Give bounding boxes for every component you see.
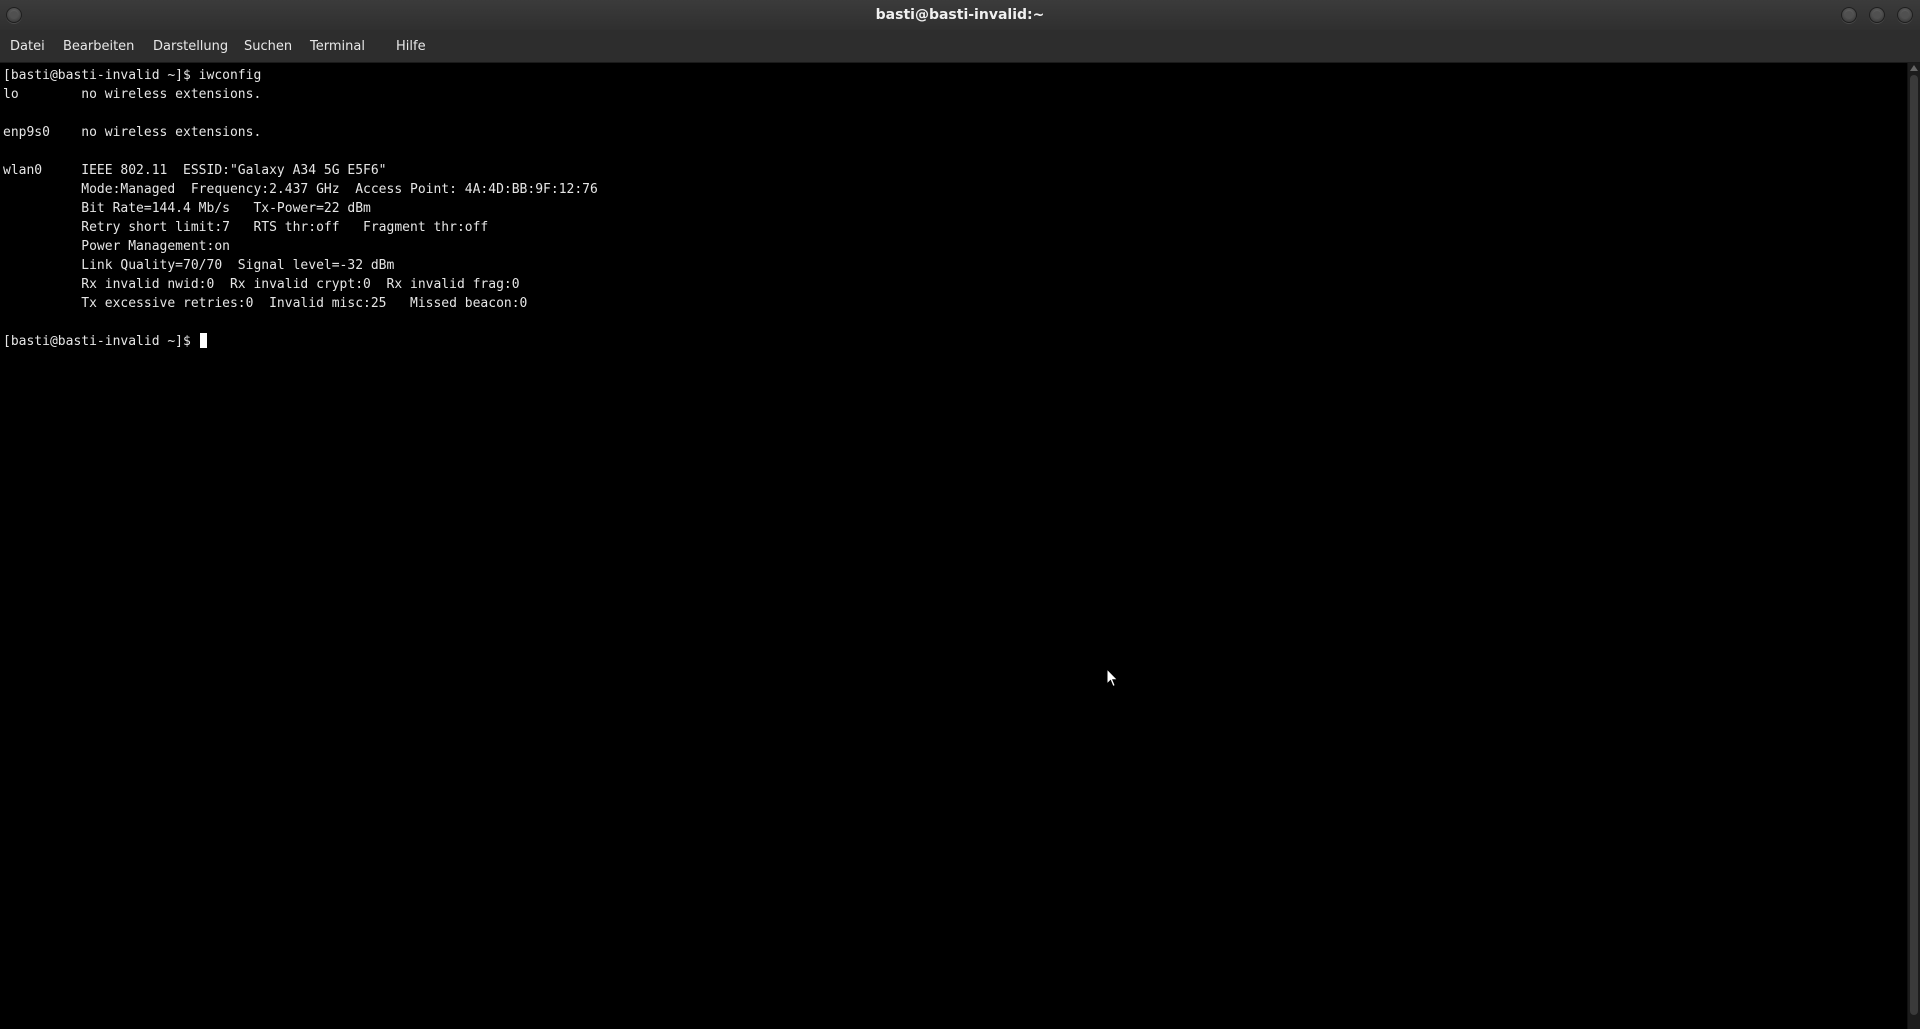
terminal-line: Power Management:on (3, 239, 230, 254)
terminal-window: basti@basti-invalid:~ Datei Bearbeiten D… (0, 0, 1920, 1029)
terminal-line: lo no wireless extensions. (3, 87, 262, 102)
terminal-line: Mode:Managed Frequency:2.437 GHz Access … (3, 182, 598, 197)
menu-darstellung[interactable]: Darstellung (143, 30, 238, 63)
text-cursor (199, 333, 207, 348)
terminal-line: wlan0 IEEE 802.11 ESSID:"Galaxy A34 5G E… (3, 163, 387, 178)
minimize-icon (1845, 11, 1853, 19)
title-bar[interactable]: basti@basti-invalid:~ (0, 0, 1920, 30)
mouse-pointer-icon (1106, 668, 1119, 688)
terminal-line: [basti@basti-invalid ~]$ iwconfig (3, 68, 262, 83)
terminal-text: [basti@basti-invalid ~]$ iwconfig lo no … (3, 66, 598, 351)
vertical-scrollbar[interactable] (1907, 63, 1920, 1029)
terminal-prompt-line[interactable]: [basti@basti-invalid ~]$ (3, 332, 598, 351)
menu-datei[interactable]: Datei (0, 30, 55, 63)
menu-bar: Datei Bearbeiten Darstellung Suchen Term… (0, 30, 1920, 63)
scroll-thumb[interactable] (1910, 75, 1918, 1015)
terminal-line: enp9s0 no wireless extensions. (3, 125, 262, 140)
menu-bearbeiten[interactable]: Bearbeiten (53, 30, 144, 63)
window-title: basti@basti-invalid:~ (875, 7, 1045, 23)
terminal-line: Tx excessive retries:0 Invalid misc:25 M… (3, 296, 528, 311)
maximize-icon (1873, 11, 1881, 19)
terminal-line: Bit Rate=144.4 Mb/s Tx-Power=22 dBm (3, 201, 371, 216)
terminal-line: Retry short limit:7 RTS thr:off Fragment… (3, 220, 489, 235)
minimize-button[interactable] (1841, 7, 1857, 23)
terminal-line: Rx invalid nwid:0 Rx invalid crypt:0 Rx … (3, 277, 520, 292)
terminal-line: Link Quality=70/70 Signal level=-32 dBm (3, 258, 395, 273)
maximize-button[interactable] (1869, 7, 1885, 23)
menu-terminal[interactable]: Terminal (300, 30, 375, 63)
terminal-output[interactable]: [basti@basti-invalid ~]$ iwconfig lo no … (0, 63, 1907, 1029)
menu-suchen[interactable]: Suchen (234, 30, 302, 63)
scroll-up-arrow-icon[interactable] (1910, 65, 1918, 71)
prompt-text: [basti@basti-invalid ~]$ (3, 334, 199, 349)
menu-hilfe[interactable]: Hilfe (386, 30, 436, 63)
close-icon (1901, 11, 1909, 19)
close-button[interactable] (1897, 7, 1913, 23)
